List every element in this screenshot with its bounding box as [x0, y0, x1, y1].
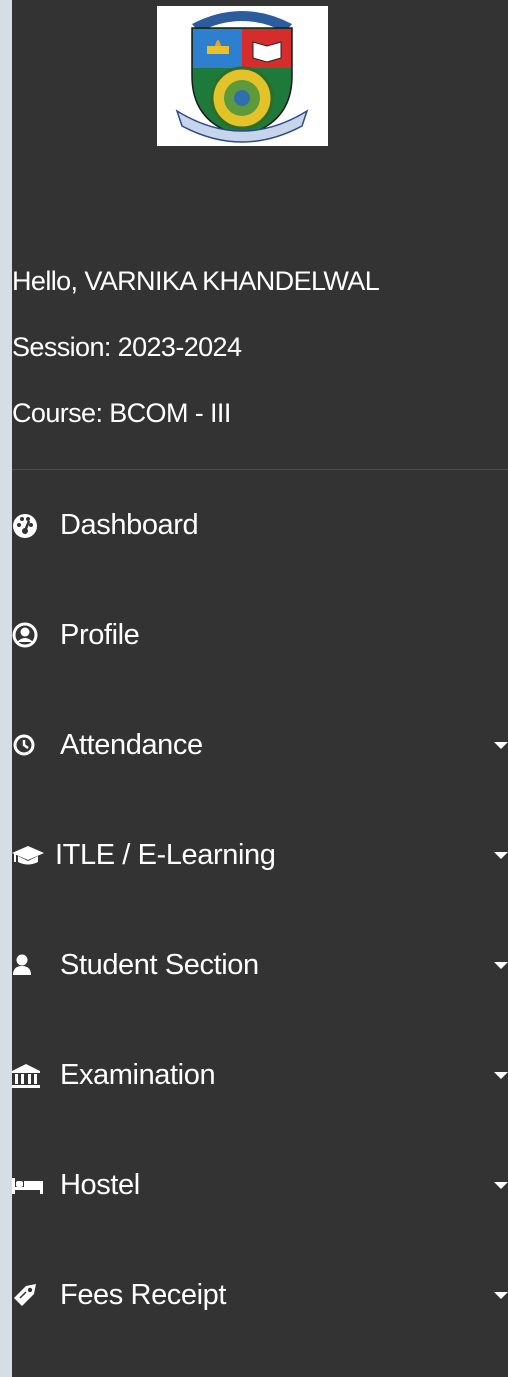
chevron-down-icon [494, 742, 508, 749]
institution-icon [12, 1060, 42, 1090]
sidebar-item-label: Dashboard [60, 509, 199, 541]
user-icon [12, 950, 42, 980]
graduation-cap-icon [12, 840, 44, 870]
user-circle-icon [12, 620, 42, 650]
sidebar: Hello, VARNIKA KHANDELWAL Session: 2023-… [12, 0, 508, 1377]
sidebar-item-label: ITLE / E-Learning [55, 839, 276, 871]
chevron-down-icon [494, 962, 508, 969]
sidebar-item-profile[interactable]: Profile [12, 580, 508, 690]
chevron-down-icon [494, 1292, 508, 1299]
chevron-down-icon [494, 852, 508, 859]
sidebar-item-attendance[interactable]: Attendance [12, 690, 508, 800]
dashboard-gauge-icon [12, 510, 42, 540]
chevron-down-icon [494, 1072, 508, 1079]
session-text: Session: 2023-2024 [12, 332, 242, 362]
clock-icon [12, 730, 42, 760]
sidebar-item-label: Examination [60, 1059, 216, 1091]
sidebar-item-student-section[interactable]: Student Section [12, 910, 508, 1020]
sidebar-item-label: Student Section [60, 949, 259, 981]
sidebar-item-label: Attendance [60, 729, 203, 761]
sidebar-item-label: Fees Receipt [60, 1279, 227, 1311]
bed-icon [12, 1170, 43, 1200]
sidebar-item-label: Hostel [60, 1169, 140, 1201]
user-greeting: Hello, VARNIKA KHANDELWAL [12, 266, 380, 296]
sidebar-item-fees-receipt[interactable]: Fees Receipt [12, 1240, 508, 1350]
sidebar-item-hostel[interactable]: Hostel [12, 1130, 508, 1240]
sidebar-item-label: Profile [60, 619, 140, 651]
sidebar-item-itle-e-learning[interactable]: ITLE / E-Learning [12, 800, 508, 910]
sidebar-item-examination[interactable]: Examination [12, 1020, 508, 1130]
sidebar-item-dashboard[interactable]: Dashboard [12, 470, 508, 580]
college-logo [157, 6, 328, 146]
tag-icon [12, 1280, 42, 1310]
course-text: Course: BCOM - III [12, 398, 231, 428]
chevron-down-icon [494, 1182, 508, 1189]
